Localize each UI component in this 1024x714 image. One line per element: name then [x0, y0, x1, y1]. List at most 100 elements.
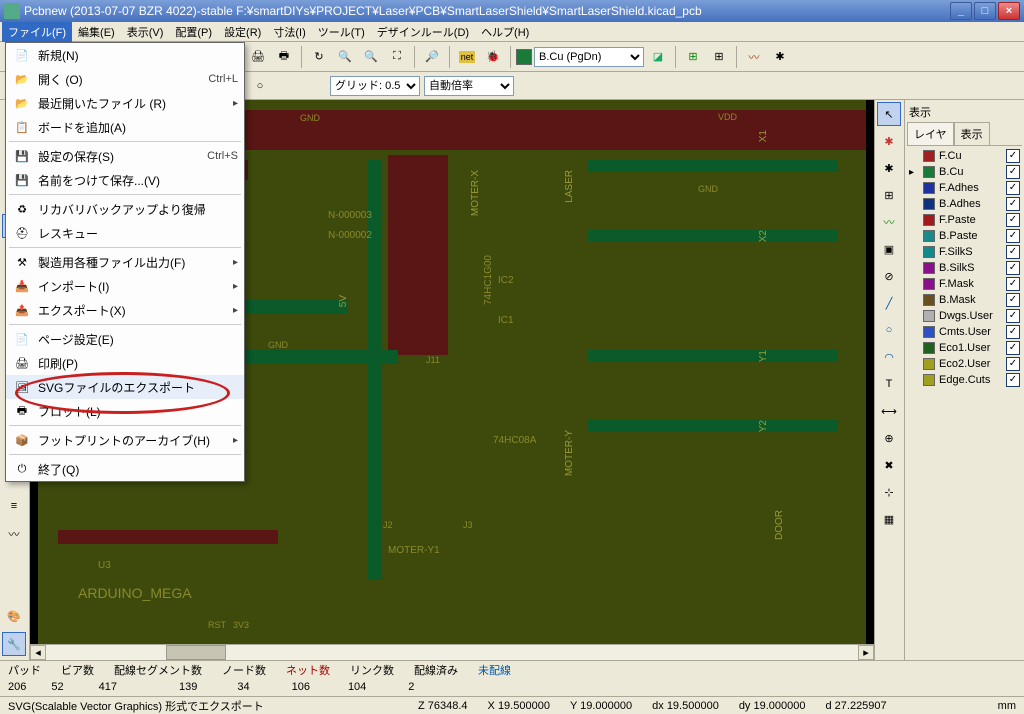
- layer-row-F.Adhes[interactable]: F.Adhes: [907, 180, 1022, 196]
- add-module-icon[interactable]: ⊞: [877, 183, 901, 207]
- freeroute-icon[interactable]: 〰: [742, 45, 766, 69]
- layer-visible-checkbox[interactable]: [1006, 149, 1020, 163]
- delete-icon[interactable]: ✖: [877, 453, 901, 477]
- layer-visible-checkbox[interactable]: [1006, 229, 1020, 243]
- module-editor-icon[interactable]: ⊞: [681, 45, 705, 69]
- filemenu-item-13[interactable]: 📤エクスポート(X)▸: [6, 298, 244, 322]
- close-button[interactable]: ×: [998, 2, 1020, 20]
- filemenu-item-15[interactable]: 📄ページ設定(E): [6, 327, 244, 351]
- minimize-button[interactable]: _: [950, 2, 972, 20]
- grid-select[interactable]: グリッド: 0.5: [330, 76, 420, 96]
- layer-row-Eco1.User[interactable]: Eco1.User: [907, 340, 1022, 356]
- layer-visible-checkbox[interactable]: [1006, 277, 1020, 291]
- tab-layer[interactable]: レイヤ: [907, 122, 954, 145]
- arrow-icon[interactable]: ↖: [877, 102, 901, 126]
- mw-toolbar-icon[interactable]: 〰: [2, 522, 26, 546]
- layer-visible-checkbox[interactable]: [1006, 213, 1020, 227]
- plot-icon[interactable]: 🖶: [272, 45, 296, 69]
- add-track-icon[interactable]: 〰: [877, 210, 901, 234]
- zoom-out-icon[interactable]: 🔍: [359, 45, 383, 69]
- menu-place[interactable]: 配置(P): [169, 22, 218, 42]
- filemenu-item-3[interactable]: 📋ボードを追加(A): [6, 115, 244, 139]
- offset-icon[interactable]: ⊹: [877, 480, 901, 504]
- layer-visible-checkbox[interactable]: [1006, 309, 1020, 323]
- layer-color-swatch[interactable]: [923, 262, 935, 274]
- zoom-select[interactable]: 自動倍率: [424, 76, 514, 96]
- layer-row-Dwgs.User[interactable]: Dwgs.User: [907, 308, 1022, 324]
- scroll-left-button[interactable]: ◂: [30, 645, 46, 660]
- layer-color-swatch[interactable]: [923, 166, 935, 178]
- layer-row-B.SilkS[interactable]: B.SilkS: [907, 260, 1022, 276]
- filemenu-item-11[interactable]: ⚒製造用各種ファイル出力(F)▸: [6, 250, 244, 274]
- local-ratsnest-icon[interactable]: ✱: [877, 156, 901, 180]
- layer-row-F.Cu[interactable]: F.Cu: [907, 148, 1022, 164]
- layer-visible-checkbox[interactable]: [1006, 245, 1020, 259]
- layer-color-swatch[interactable]: [923, 198, 935, 210]
- filemenu-item-5[interactable]: 💾設定の保存(S)Ctrl+S: [6, 144, 244, 168]
- via-size-icon[interactable]: ○: [248, 74, 272, 98]
- layer-row-B.Paste[interactable]: B.Paste: [907, 228, 1022, 244]
- layer-color-swatch[interactable]: [923, 294, 935, 306]
- filemenu-item-0[interactable]: 📄新規(N): [6, 43, 244, 67]
- layer-visible-checkbox[interactable]: [1006, 197, 1020, 211]
- layer-pair-icon[interactable]: ◪: [646, 45, 670, 69]
- layer-row-F.Paste[interactable]: F.Paste: [907, 212, 1022, 228]
- menu-dimension[interactable]: 寸法(I): [267, 22, 311, 42]
- palette-icon[interactable]: 🎨: [2, 604, 26, 628]
- layer-select[interactable]: B.Cu (PgDn): [534, 47, 644, 67]
- layer-color-box[interactable]: [516, 49, 532, 65]
- layer-color-swatch[interactable]: [923, 326, 935, 338]
- scroll-right-button[interactable]: ▸: [858, 645, 874, 660]
- layer-color-swatch[interactable]: [923, 310, 935, 322]
- filemenu-item-8[interactable]: ♻リカバリバックアップより復帰: [6, 197, 244, 221]
- hscrollbar[interactable]: ◂ ▸: [30, 644, 874, 660]
- add-zone-icon[interactable]: ▣: [877, 237, 901, 261]
- show-layers-icon[interactable]: ≡: [2, 494, 26, 518]
- layer-color-swatch[interactable]: [923, 374, 935, 386]
- add-line-icon[interactable]: ╱: [877, 291, 901, 315]
- layer-visible-checkbox[interactable]: [1006, 181, 1020, 195]
- zoom-redraw-icon[interactable]: ↻: [307, 45, 331, 69]
- filemenu-item-2[interactable]: 📂最近開いたファイル (R)▸: [6, 91, 244, 115]
- menu-settings[interactable]: 設定(R): [218, 22, 267, 42]
- layer-color-swatch[interactable]: [923, 230, 935, 242]
- find-icon[interactable]: 🔎: [420, 45, 444, 69]
- layer-row-Eco2.User[interactable]: Eco2.User: [907, 356, 1022, 372]
- highlight-net-icon[interactable]: ✱: [877, 129, 901, 153]
- layer-visible-checkbox[interactable]: [1006, 261, 1020, 275]
- menu-file[interactable]: ファイル(F): [2, 22, 72, 42]
- layer-color-swatch[interactable]: [923, 214, 935, 226]
- menu-designrule[interactable]: デザインルール(D): [371, 22, 475, 42]
- layer-row-F.SilkS[interactable]: F.SilkS: [907, 244, 1022, 260]
- menu-view[interactable]: 表示(V): [121, 22, 170, 42]
- layer-visible-checkbox[interactable]: [1006, 373, 1020, 387]
- filemenu-item-20[interactable]: 📦フットプリントのアーカイブ(H)▸: [6, 428, 244, 452]
- filemenu-item-17[interactable]: 🖼SVGファイルのエクスポート: [6, 375, 244, 399]
- layer-manager-icon[interactable]: 🔧: [2, 632, 26, 656]
- print-icon[interactable]: 🖨: [246, 45, 270, 69]
- add-dimension-icon[interactable]: ⟷: [877, 399, 901, 423]
- add-target-icon[interactable]: ⊕: [877, 426, 901, 450]
- layer-color-swatch[interactable]: [923, 246, 935, 258]
- layer-visible-checkbox[interactable]: [1006, 165, 1020, 179]
- filemenu-item-1[interactable]: 📂開く (O)Ctrl+L: [6, 67, 244, 91]
- layer-color-swatch[interactable]: [923, 150, 935, 162]
- layer-row-B.Cu[interactable]: ▸B.Cu: [907, 164, 1022, 180]
- layer-row-B.Adhes[interactable]: B.Adhes: [907, 196, 1022, 212]
- layer-visible-checkbox[interactable]: [1006, 341, 1020, 355]
- layer-color-swatch[interactable]: [923, 342, 935, 354]
- add-arc-icon[interactable]: ◠: [877, 345, 901, 369]
- filemenu-item-18[interactable]: 🖶プロット(L): [6, 399, 244, 423]
- add-text-icon[interactable]: T: [877, 372, 901, 396]
- layer-color-swatch[interactable]: [923, 278, 935, 290]
- layer-row-Cmts.User[interactable]: Cmts.User: [907, 324, 1022, 340]
- scroll-track[interactable]: [46, 645, 858, 660]
- layer-visible-checkbox[interactable]: [1006, 325, 1020, 339]
- zoom-fit-icon[interactable]: ⛶: [385, 45, 409, 69]
- script-icon[interactable]: ✱: [768, 45, 792, 69]
- netlist-icon[interactable]: net: [455, 45, 479, 69]
- grid-origin-icon[interactable]: ▦: [877, 507, 901, 531]
- scroll-thumb[interactable]: [166, 645, 226, 660]
- drc-icon[interactable]: 🐞: [481, 45, 505, 69]
- filemenu-item-16[interactable]: 🖨印刷(P): [6, 351, 244, 375]
